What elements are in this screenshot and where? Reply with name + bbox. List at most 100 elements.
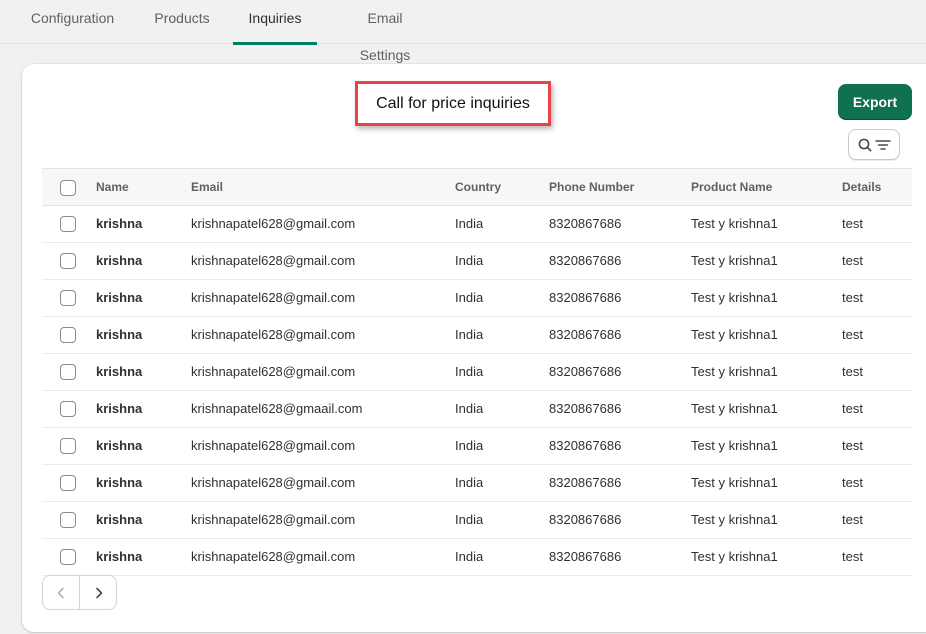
- cell-product-name: Test y krishna1: [691, 327, 778, 342]
- cell-product-name: Test y krishna1: [691, 253, 778, 268]
- cell-email: krishnapatel628@gmaail.com: [191, 401, 363, 416]
- next-page-button[interactable]: [80, 576, 117, 609]
- cell-product-name: Test y krishna1: [691, 549, 778, 564]
- column-header-country[interactable]: Country: [455, 169, 501, 206]
- cell-product-name: Test y krishna1: [691, 290, 778, 305]
- table-row[interactable]: krishna krishnapatel628@gmail.com India 832…: [42, 502, 912, 539]
- row-checkbox[interactable]: [60, 216, 76, 232]
- cell-phone-number: 8320867686: [549, 364, 622, 379]
- card-title: Call for price inquiries: [355, 81, 551, 126]
- cell-details: test: [842, 475, 863, 490]
- cell-details: test: [842, 327, 863, 342]
- cell-product-name: Test y krishna1: [691, 475, 778, 490]
- cell-details: test: [842, 438, 863, 453]
- cell-country: India: [455, 327, 484, 342]
- row-checkbox[interactable]: [60, 512, 76, 528]
- cell-phone-number: 8320867686: [549, 475, 622, 490]
- cell-country: India: [455, 401, 484, 416]
- cell-country: India: [455, 438, 484, 453]
- row-checkbox[interactable]: [60, 364, 76, 380]
- column-header-product-name[interactable]: Product Name: [691, 169, 772, 206]
- tab-email-settings[interactable]: Email Settings: [341, 0, 429, 63]
- cell-phone-number: 8320867686: [549, 327, 622, 342]
- row-checkbox[interactable]: [60, 290, 76, 306]
- row-checkbox[interactable]: [60, 549, 76, 565]
- cell-name: krishna: [96, 364, 143, 379]
- search-filter-button[interactable]: [848, 129, 900, 160]
- cell-name: krishna: [96, 327, 143, 342]
- cell-country: India: [455, 549, 484, 564]
- cell-email: krishnapatel628@gmail.com: [191, 475, 356, 490]
- cell-product-name: Test y krishna1: [691, 364, 778, 379]
- export-button[interactable]: Export: [838, 84, 912, 120]
- column-header-details[interactable]: Details: [842, 169, 881, 206]
- cell-phone-number: 8320867686: [549, 401, 622, 416]
- cell-phone-number: 8320867686: [549, 512, 622, 527]
- previous-page-button[interactable]: [43, 576, 80, 609]
- row-checkbox[interactable]: [60, 253, 76, 269]
- cell-product-name: Test y krishna1: [691, 438, 778, 453]
- cell-name: krishna: [96, 216, 143, 231]
- table-row[interactable]: krishna krishnapatel628@gmail.com India 832…: [42, 428, 912, 465]
- cell-email: krishnapatel628@gmail.com: [191, 253, 356, 268]
- cell-country: India: [455, 512, 484, 527]
- cell-details: test: [842, 512, 863, 527]
- inquiries-table: Name Email Country Phone Number Product …: [42, 168, 912, 576]
- table-row[interactable]: krishna krishnapatel628@gmaail.com India 83…: [42, 391, 912, 428]
- table-row[interactable]: krishna krishnapatel628@gmail.com India 832…: [42, 206, 912, 243]
- cell-details: test: [842, 401, 863, 416]
- cell-name: krishna: [96, 290, 143, 305]
- chevron-right-icon: [95, 587, 102, 598]
- cell-country: India: [455, 364, 484, 379]
- cell-email: krishnapatel628@gmail.com: [191, 290, 356, 305]
- table-row[interactable]: krishna krishnapatel628@gmail.com India 832…: [42, 465, 912, 502]
- cell-country: India: [455, 216, 484, 231]
- cell-phone-number: 8320867686: [549, 438, 622, 453]
- cell-email: krishnapatel628@gmail.com: [191, 438, 356, 453]
- column-header-email[interactable]: Email: [191, 169, 223, 206]
- pagination: [42, 575, 117, 610]
- cell-product-name: Test y krishna1: [691, 401, 778, 416]
- cell-product-name: Test y krishna1: [691, 512, 778, 527]
- cell-phone-number: 8320867686: [549, 549, 622, 564]
- select-all-checkbox[interactable]: [60, 180, 76, 196]
- table-row[interactable]: krishna krishnapatel628@gmail.com India 832…: [42, 280, 912, 317]
- cell-details: test: [842, 549, 863, 564]
- cell-email: krishnapatel628@gmail.com: [191, 549, 356, 564]
- row-checkbox[interactable]: [60, 327, 76, 343]
- column-header-name[interactable]: Name: [96, 169, 129, 206]
- cell-phone-number: 8320867686: [549, 216, 622, 231]
- search-filter-icon: [858, 138, 891, 152]
- table-row[interactable]: krishna krishnapatel628@gmail.com India 832…: [42, 539, 912, 576]
- cell-country: India: [455, 253, 484, 268]
- cell-email: krishnapatel628@gmail.com: [191, 216, 356, 231]
- table-row[interactable]: krishna krishnapatel628@gmail.com India 832…: [42, 243, 912, 280]
- table-row[interactable]: krishna krishnapatel628@gmail.com India 832…: [42, 354, 912, 391]
- cell-name: krishna: [96, 401, 143, 416]
- row-checkbox[interactable]: [60, 438, 76, 454]
- cell-name: krishna: [96, 549, 143, 564]
- column-header-phone-number[interactable]: Phone Number: [549, 169, 634, 206]
- cell-phone-number: 8320867686: [549, 290, 622, 305]
- tab-products[interactable]: Products: [154, 0, 210, 44]
- cell-details: test: [842, 364, 863, 379]
- row-checkbox[interactable]: [60, 475, 76, 491]
- cell-country: India: [455, 475, 484, 490]
- table-row[interactable]: krishna krishnapatel628@gmail.com India 832…: [42, 317, 912, 354]
- cell-product-name: Test y krishna1: [691, 216, 778, 231]
- chevron-left-icon: [57, 587, 64, 598]
- tab-configuration[interactable]: Configuration: [30, 0, 115, 44]
- cell-name: krishna: [96, 253, 143, 268]
- cell-email: krishnapatel628@gmail.com: [191, 512, 356, 527]
- table-body: krishna krishnapatel628@gmail.com India 832…: [42, 206, 912, 576]
- cell-email: krishnapatel628@gmail.com: [191, 364, 356, 379]
- cell-name: krishna: [96, 512, 143, 527]
- cell-email: krishnapatel628@gmail.com: [191, 327, 356, 342]
- cell-details: test: [842, 253, 863, 268]
- cell-details: test: [842, 290, 863, 305]
- row-checkbox[interactable]: [60, 401, 76, 417]
- cell-details: test: [842, 216, 863, 231]
- cell-phone-number: 8320867686: [549, 253, 622, 268]
- table-header-row: Name Email Country Phone Number Product …: [42, 168, 912, 206]
- tab-inquiries[interactable]: Inquiries: [233, 0, 317, 45]
